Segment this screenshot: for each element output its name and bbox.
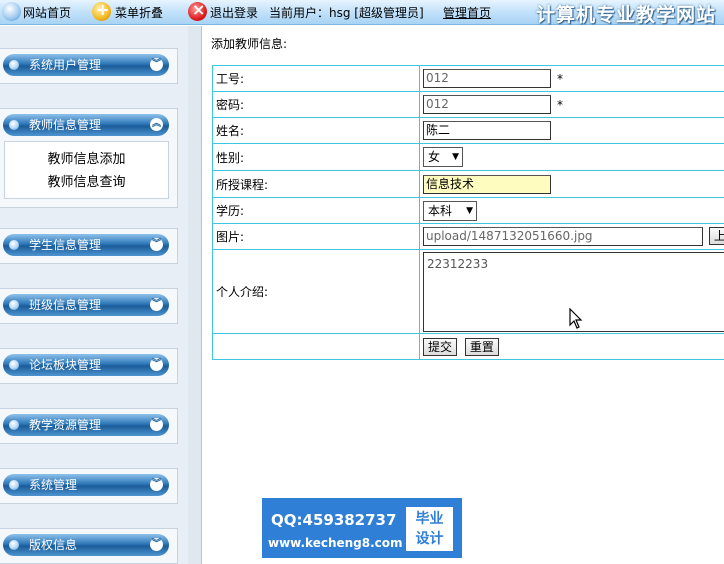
menu-label: 系统用户管理 — [29, 58, 102, 72]
chevron-down-icon[interactable]: ︾ — [150, 238, 163, 251]
label-photo: 图片: — [212, 223, 420, 250]
submenu-teacher-add[interactable]: 教师信息添加 — [5, 148, 168, 171]
chevron-down-icon[interactable]: ︾ — [150, 358, 163, 371]
course-input[interactable]: 信息技术 — [423, 174, 551, 194]
logout-icon[interactable] — [188, 0, 207, 21]
menu-label: 班级信息管理 — [29, 298, 102, 312]
mouse-cursor-icon — [569, 308, 583, 329]
menu-label: 系统管理 — [29, 478, 78, 492]
chevron-up-icon[interactable]: ︽ — [150, 118, 163, 131]
menu-teaching-resources: 教学资源管理 ︾ — [0, 408, 178, 444]
watermark-banner: QQ:459382737 www.kecheng8.com 毕业 设计 — [262, 498, 462, 558]
menu-class-info: 班级信息管理 ︾ — [0, 288, 178, 324]
current-user: 当前用户：hsg [超级管理员] — [269, 6, 424, 20]
watermark-url: www.kecheng8.com — [268, 536, 403, 550]
empty-cell — [212, 333, 420, 360]
chevron-down-icon[interactable]: ︾ — [150, 478, 163, 491]
bullet-icon — [9, 480, 19, 490]
label-password: 密码: — [212, 91, 420, 118]
menu-head-copyright[interactable]: 版权信息 ︾ — [3, 534, 169, 556]
label-gender: 性别: — [212, 143, 420, 171]
required-mark: * — [557, 97, 563, 112]
menu-head-teaching-resources[interactable]: 教学资源管理 ︾ — [3, 414, 169, 436]
menu-label: 教师信息管理 — [29, 118, 102, 132]
bullet-icon — [9, 60, 19, 70]
watermark-badge: 毕业 设计 — [406, 507, 453, 551]
menu-label: 论坛板块管理 — [29, 358, 102, 372]
label-teacher-no: 工号: — [212, 65, 420, 92]
fold-menu-link[interactable]: 菜单折叠 — [115, 4, 163, 21]
menu-forum-section: 论坛板块管理 ︾ — [0, 348, 178, 384]
teacher-no-input[interactable]: 012 — [423, 69, 551, 88]
upload-button[interactable]: 上 — [708, 227, 724, 245]
required-mark: * — [557, 71, 563, 86]
menu-label: 学生信息管理 — [29, 238, 102, 252]
sidebar-splitter[interactable] — [188, 26, 202, 564]
name-input[interactable]: 陈二 — [423, 121, 551, 140]
menu-head-system-users[interactable]: 系统用户管理 ︾ — [3, 54, 169, 76]
menu-label: 版权信息 — [29, 538, 78, 552]
photo-path-input[interactable]: upload/1487132051660.jpg — [423, 227, 703, 246]
menu-copyright: 版权信息 ︾ — [0, 528, 178, 564]
menu-head-student-info[interactable]: 学生信息管理 ︾ — [3, 234, 169, 256]
form-title: 添加教师信息: — [211, 37, 288, 51]
menu-head-system-management[interactable]: 系统管理 ︾ — [3, 474, 169, 496]
label-name: 姓名: — [212, 117, 420, 144]
label-education: 学历: — [212, 197, 420, 224]
home-link[interactable]: 网站首页 — [23, 4, 71, 21]
bullet-icon — [9, 300, 19, 310]
site-title: 计算机专业教学网站 — [536, 4, 717, 26]
menu-system-users: 系统用户管理 ︾ — [0, 48, 178, 84]
menu-head-teacher-info[interactable]: 教师信息管理 ︽ — [3, 114, 169, 136]
chevron-down-icon[interactable]: ︾ — [150, 418, 163, 431]
gender-select[interactable]: 女 ▼ — [423, 147, 463, 167]
chevron-down-icon[interactable]: ︾ — [150, 58, 163, 71]
password-input[interactable]: 012 — [423, 95, 551, 114]
top-bar: 网站首页 菜单折叠 退出登录 当前用户：hsg [超级管理员] 管理首页 计算机… — [0, 0, 724, 26]
gender-selected: 女 — [428, 150, 441, 164]
menu-teacher-info: 教师信息管理 ︽ 教师信息添加 教师信息查询 — [0, 108, 178, 208]
education-select[interactable]: 本科 ▼ — [423, 200, 477, 221]
fold-menu-icon[interactable] — [92, 0, 111, 21]
watermark-badge-line2: 设计 — [415, 531, 444, 547]
label-intro: 个人介绍: — [212, 249, 420, 334]
home-icon[interactable] — [2, 2, 21, 21]
bullet-icon — [9, 120, 19, 130]
watermark-qq: QQ:459382737 — [271, 511, 397, 529]
logout-link[interactable]: 退出登录 — [210, 4, 258, 21]
submenu-teacher: 教师信息添加 教师信息查询 — [4, 141, 169, 199]
submenu-teacher-query[interactable]: 教师信息查询 — [5, 171, 168, 194]
chevron-down-icon[interactable]: ︾ — [150, 298, 163, 311]
bullet-icon — [9, 540, 19, 550]
admin-home-link[interactable]: 管理首页 — [443, 4, 491, 21]
reset-button[interactable]: 重置 — [464, 337, 499, 356]
sidebar: 系统用户管理 ︾ 教师信息管理 ︽ 教师信息添加 教师信息查询 学生信息管理 ︾… — [0, 26, 188, 564]
bullet-icon — [9, 360, 19, 370]
menu-head-forum-section[interactable]: 论坛板块管理 ︾ — [3, 354, 169, 376]
education-selected: 本科 — [428, 203, 453, 218]
bullet-icon — [9, 420, 19, 430]
main-content: 添加教师信息: 工号: 012 * 密码: 012 * 姓名: 陈二 性别: 女 ▼ … — [203, 26, 724, 564]
menu-student-info: 学生信息管理 ︾ — [0, 228, 178, 264]
menu-head-class-info[interactable]: 班级信息管理 ︾ — [3, 294, 169, 316]
menu-system-management: 系统管理 ︾ — [0, 468, 178, 504]
chevron-down-icon[interactable]: ︾ — [150, 538, 163, 551]
dropdown-arrow-icon: ▼ — [466, 205, 473, 216]
menu-label: 教学资源管理 — [29, 418, 102, 432]
label-course: 所授课程: — [212, 170, 420, 198]
watermark-badge-line1: 毕业 — [415, 511, 444, 527]
submit-button[interactable]: 提交 — [423, 337, 458, 356]
teacher-form: 工号: 012 * 密码: 012 * 姓名: 陈二 性别: 女 ▼ 所授课程: 信息… — [212, 65, 724, 360]
bullet-icon — [9, 240, 19, 250]
dropdown-arrow-icon: ▼ — [452, 152, 459, 162]
